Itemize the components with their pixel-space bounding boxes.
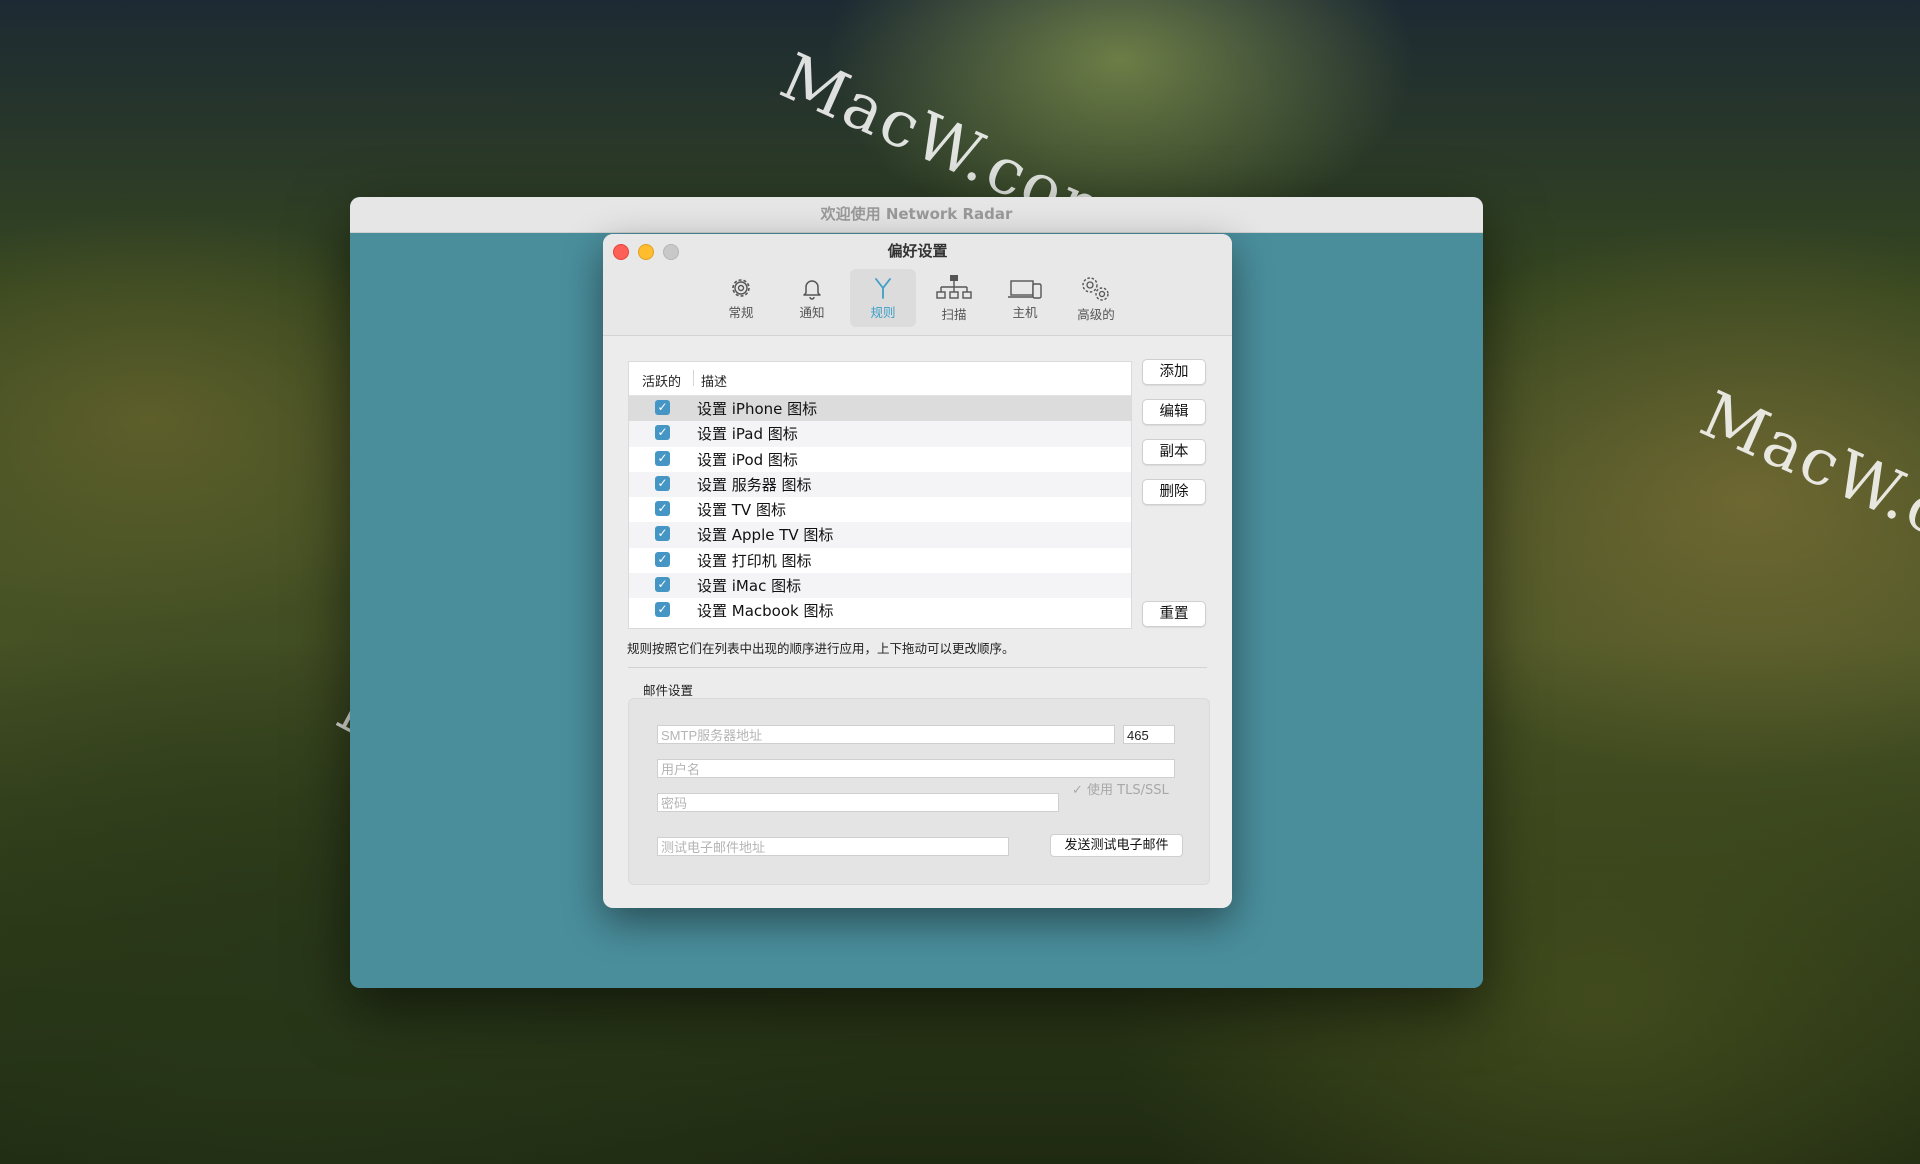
rules-order-hint: 规则按照它们在列表中出现的顺序进行应用，上下拖动可以更改顺序。 bbox=[627, 641, 1015, 656]
column-separator bbox=[693, 370, 694, 386]
tab-scan[interactable]: 扫描 bbox=[921, 269, 987, 327]
test-email-field[interactable]: 测试电子邮件地址 bbox=[657, 837, 1009, 856]
checkmark-icon: ✓ bbox=[1072, 783, 1083, 798]
rule-description: 设置 iPhone 图标 bbox=[697, 400, 818, 418]
gear-icon bbox=[732, 279, 750, 297]
table-row[interactable]: ✓ 设置 TV 图标 bbox=[629, 497, 1131, 522]
tab-label: 扫描 bbox=[941, 307, 967, 322]
rule-checkbox[interactable]: ✓ bbox=[655, 425, 670, 441]
table-row[interactable]: ✓ 设置 iPod 图标 bbox=[629, 447, 1131, 472]
delete-rule-button[interactable]: 删除 bbox=[1142, 479, 1206, 505]
tab-notifications[interactable]: 通知 bbox=[779, 269, 845, 327]
add-rule-button[interactable]: 添加 bbox=[1142, 359, 1206, 385]
mail-settings-label: 邮件设置 bbox=[643, 683, 694, 698]
network-tree-icon bbox=[936, 275, 972, 299]
edit-rule-button[interactable]: 编辑 bbox=[1142, 399, 1206, 425]
rule-description: 设置 打印机 图标 bbox=[697, 551, 812, 570]
rule-checkbox[interactable]: ✓ bbox=[655, 450, 670, 466]
column-header-active[interactable]: 活跃的 bbox=[642, 371, 681, 390]
table-row[interactable]: ✓ 设置 iMac 图标 bbox=[629, 573, 1131, 599]
table-row[interactable]: ✓ 设置 iPad 图标 bbox=[629, 421, 1131, 447]
tab-label: 高级的 bbox=[1077, 307, 1115, 322]
rules-icon bbox=[875, 278, 891, 299]
rule-description: 设置 iPod 图标 bbox=[697, 450, 798, 469]
column-header-description[interactable]: 描述 bbox=[701, 371, 727, 390]
tab-label: 主机 bbox=[1012, 305, 1038, 320]
rule-description: 设置 Apple TV 图标 bbox=[697, 526, 834, 545]
rule-checkbox[interactable]: ✓ bbox=[655, 400, 670, 415]
rule-checkbox[interactable]: ✓ bbox=[655, 551, 670, 567]
username-field[interactable]: 用户名 bbox=[657, 759, 1175, 778]
devices-icon bbox=[1008, 280, 1042, 299]
mail-settings-box: SMTP服务器地址 465 用户名 密码 ✓ 使用 TLS/SSL 测试电子邮件地… bbox=[628, 698, 1210, 885]
gears-icon bbox=[1082, 277, 1109, 301]
table-row[interactable]: ✓ 设置 Macbook 图标 bbox=[629, 598, 1131, 623]
tab-label: 通知 bbox=[799, 305, 825, 320]
preferences-title: 偏好设置 bbox=[887, 242, 948, 260]
rule-description: 设置 iPad 图标 bbox=[697, 425, 798, 444]
rule-checkbox[interactable]: ✓ bbox=[655, 526, 670, 542]
app-window-title: 欢迎使用 Network Radar bbox=[350, 197, 1483, 233]
rule-checkbox[interactable]: ✓ bbox=[655, 602, 670, 618]
table-row[interactable]: ✓ 设置 iPhone 图标 bbox=[629, 396, 1131, 422]
rules-rows: ✓ 设置 iPhone 图标 ✓ 设置 iPad 图标 ✓ 设置 iPod 图标… bbox=[629, 396, 1131, 624]
rule-description: 设置 TV 图标 bbox=[697, 501, 786, 520]
smtp-port-field[interactable]: 465 bbox=[1123, 725, 1175, 744]
bell-icon bbox=[803, 280, 821, 300]
password-field[interactable]: 密码 bbox=[657, 793, 1059, 812]
duplicate-rule-button[interactable]: 副本 bbox=[1142, 439, 1206, 465]
tab-rules[interactable]: 规则 bbox=[850, 269, 916, 327]
rule-description: 设置 Macbook 图标 bbox=[697, 602, 834, 621]
tab-label: 常规 bbox=[728, 305, 754, 320]
tab-hosts[interactable]: 主机 bbox=[992, 269, 1058, 327]
rule-description: 设置 服务器 图标 bbox=[697, 475, 812, 494]
rule-checkbox[interactable]: ✓ bbox=[655, 475, 670, 491]
rules-table[interactable]: 活跃的 描述 ✓ 设置 iPhone 图标 ✓ 设置 iPad 图标 ✓ 设置 … bbox=[628, 361, 1132, 629]
rules-table-header: 活跃的 描述 bbox=[629, 362, 1131, 396]
tab-general[interactable]: 常规 bbox=[708, 269, 774, 327]
table-row[interactable]: ✓ 设置 Apple TV 图标 bbox=[629, 522, 1131, 548]
tab-advanced[interactable]: 高级的 bbox=[1063, 269, 1129, 327]
tab-label: 规则 bbox=[870, 305, 896, 320]
table-row[interactable]: ✓ 设置 服务器 图标 bbox=[629, 471, 1131, 498]
section-divider bbox=[628, 667, 1207, 668]
rule-description: 设置 iMac 图标 bbox=[697, 577, 802, 596]
table-row[interactable]: ✓ 设置 打印机 图标 bbox=[629, 548, 1131, 573]
reset-rules-button[interactable]: 重置 bbox=[1142, 601, 1206, 627]
smtp-server-field[interactable]: SMTP服务器地址 bbox=[657, 725, 1115, 744]
preferences-toolbar: 偏好设置 常规 通知 规则 扫描 主机 高级的 bbox=[603, 234, 1232, 336]
send-test-email-button[interactable]: 发送测试电子邮件 bbox=[1050, 834, 1183, 857]
tls-ssl-checkbox[interactable]: ✓ 使用 TLS/SSL bbox=[1072, 779, 1169, 798]
preferences-window: 偏好设置 常规 通知 规则 扫描 主机 高级的 活跃的 描述 ✓ 设置 iPho… bbox=[603, 234, 1232, 908]
tls-ssl-label: 使用 TLS/SSL bbox=[1087, 783, 1169, 798]
rule-checkbox[interactable]: ✓ bbox=[655, 501, 670, 517]
rules-pane: 活跃的 描述 ✓ 设置 iPhone 图标 ✓ 设置 iPad 图标 ✓ 设置 … bbox=[603, 336, 1232, 908]
rule-checkbox[interactable]: ✓ bbox=[655, 577, 670, 593]
